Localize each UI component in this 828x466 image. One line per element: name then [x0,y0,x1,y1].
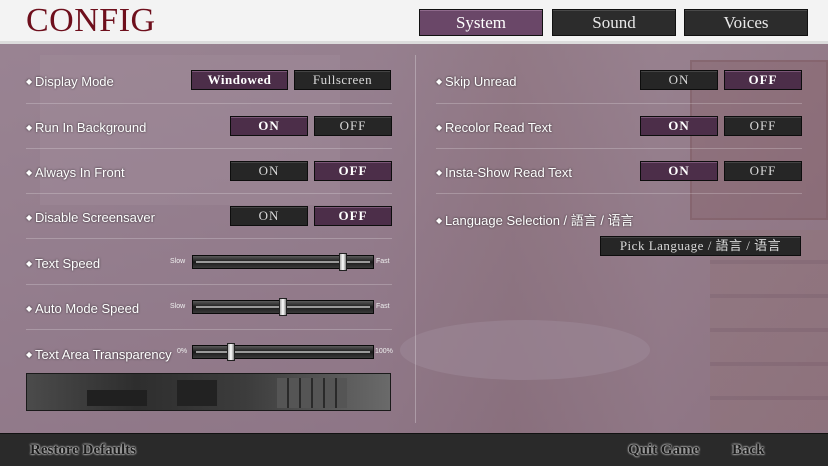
header-bar: CONFIG System Sound Voices [0,0,828,44]
fullscreen-button[interactable]: Fullscreen [294,70,391,90]
option-label: Disable Screensaver [35,210,155,225]
row-divider [26,238,392,239]
option-disable-screensaver: ◆ Disable Screensaver ON OFF [26,194,392,239]
option-label: Text Speed [35,256,101,271]
always-in-front-on-button[interactable]: ON [230,161,308,181]
bullet-icon: ◆ [436,168,443,177]
option-skip-unread: ◆ Skip Unread ON OFF [436,59,802,104]
slider-min-label: Slow [170,258,186,265]
option-run-in-background: ◆ Run In Background ON OFF [26,104,392,149]
option-label: Auto Mode Speed [35,301,140,316]
option-label: Skip Unread [445,74,517,89]
slider-max-label: 100% [375,348,393,355]
footer-bar: Restore Defaults Quit Game Back [0,433,828,466]
bullet-icon: ◆ [26,213,33,222]
option-label: Insta-Show Read Text [445,165,572,180]
option-label: Recolor Read Text [445,120,552,135]
option-language-selection: ◆ Language Selection / 語言 / 语言 Pick Langu… [436,194,802,264]
transparency-handle[interactable] [227,343,235,361]
column-divider [415,55,416,423]
always-in-front-off-button[interactable]: OFF [314,161,392,181]
slider-max-label: Fast [376,303,390,310]
run-in-background-on-button[interactable]: ON [230,116,308,136]
recolor-read-text-on-button[interactable]: ON [640,116,718,136]
option-always-in-front: ◆ Always In Front ON OFF [26,149,392,194]
bullet-icon: ◆ [26,77,33,86]
windowed-button[interactable]: Windowed [191,70,288,90]
option-insta-show-read-text: ◆ Insta-Show Read Text ON OFF [436,149,802,194]
text-speed-handle[interactable] [339,253,347,271]
option-label: Run In Background [35,120,147,135]
bullet-icon: ◆ [26,259,33,268]
transparency-preview-image [26,373,391,411]
auto-mode-speed-track[interactable] [192,298,374,316]
slider-text-area-transparency: ◆ Text Area Transparency 0% 100% [26,330,396,375]
option-label: Always In Front [35,165,125,180]
insta-show-on-button[interactable]: ON [640,161,718,181]
option-label: Text Area Transparency [35,347,172,362]
restore-defaults-button[interactable]: Restore Defaults [30,442,136,459]
slider-text-speed: ◆ Text Speed Slow Fast [26,240,392,285]
run-in-background-off-button[interactable]: OFF [314,116,392,136]
bullet-icon: ◆ [436,123,443,132]
recolor-read-text-off-button[interactable]: OFF [724,116,802,136]
skip-unread-on-button[interactable]: ON [640,70,718,90]
bullet-icon: ◆ [436,216,443,225]
bullet-icon: ◆ [26,304,33,313]
tab-sound[interactable]: Sound [552,9,676,36]
insta-show-off-button[interactable]: OFF [724,161,802,181]
option-recolor-read-text: ◆ Recolor Read Text ON OFF [436,104,802,149]
option-label: Language Selection / 語言 / 语言 [445,213,634,228]
slider-max-label: Fast [376,258,390,265]
transparency-track[interactable] [192,343,374,361]
bullet-icon: ◆ [26,350,33,359]
bullet-icon: ◆ [26,123,33,132]
auto-mode-speed-handle[interactable] [279,298,287,316]
slider-auto-mode-speed: ◆ Auto Mode Speed Slow Fast [26,285,392,330]
bullet-icon: ◆ [436,77,443,86]
page-title: CONFIG [26,2,156,39]
disable-screensaver-on-button[interactable]: ON [230,206,308,226]
disable-screensaver-off-button[interactable]: OFF [314,206,392,226]
option-label: Display Mode [35,74,114,89]
tab-voices[interactable]: Voices [684,9,808,36]
option-display-mode: ◆ Display Mode Windowed Fullscreen [26,59,392,104]
text-speed-track[interactable] [192,253,374,271]
slider-min-label: 0% [177,348,188,355]
back-button[interactable]: Back [732,442,765,459]
slider-min-label: Slow [170,303,186,310]
quit-game-button[interactable]: Quit Game [628,442,699,459]
skip-unread-off-button[interactable]: OFF [724,70,802,90]
tab-system[interactable]: System [419,9,543,36]
pick-language-button[interactable]: Pick Language / 語言 / 语言 [600,236,801,256]
bullet-icon: ◆ [26,168,33,177]
